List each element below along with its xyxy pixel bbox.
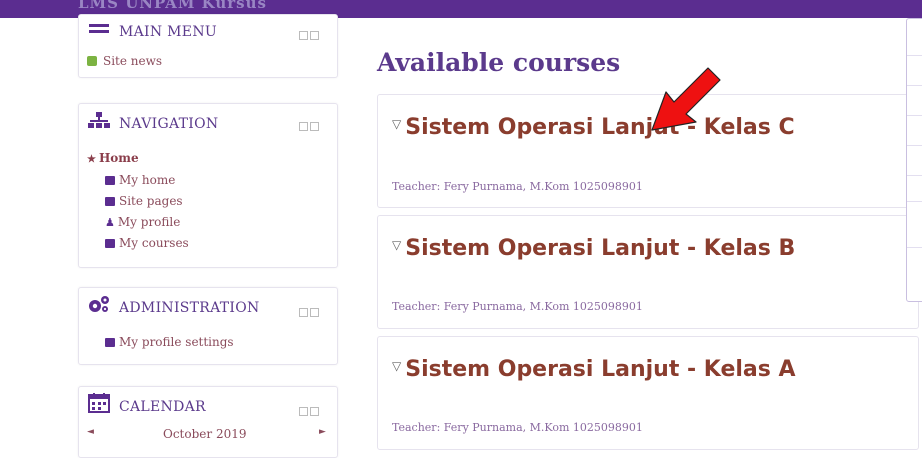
lightbulb-icon: ▽ [392,238,402,252]
course-teacher[interactable]: Teacher: Fery Purnama, M.Kom 1025098901 [392,300,643,313]
lightbulb-icon: ▽ [392,359,402,373]
nav-item-label: Site pages [119,194,183,208]
calendar-header[interactable]: CALENDAR [79,387,337,417]
sitemap-icon [88,112,110,128]
course-teacher[interactable]: Teacher: Fery Purnama, M.Kom 1025098901 [392,180,643,193]
site-brand[interactable]: LMS UNPAM Kursus [78,0,267,12]
calendar-next-button[interactable]: ► [319,427,326,437]
nav-item-my-home[interactable]: My home [87,170,337,191]
nav-item-label: My courses [119,236,189,250]
dock-block-button[interactable] [299,302,321,317]
course-name: Sistem Operasi Lanjut - Kelas A [405,357,796,382]
user-icon: ♟ [105,216,115,229]
main-menu-block: MAIN MENU Site news [78,14,338,78]
course-card: ▽ Sistem Operasi Lanjut - Kelas A Teacher… [377,336,919,450]
calendar-month-nav: ◄ October 2019 ► [79,425,337,443]
nav-item-label: Home [98,151,139,165]
calendar-month-label[interactable]: October 2019 [163,427,246,441]
administration-header[interactable]: ADMINISTRATION [79,288,337,318]
navigation-block: NAVIGATION ★ Home My home Site pages ♟ My … [78,103,338,268]
main-menu-header[interactable]: MAIN MENU [79,15,337,45]
nav-item-site-pages[interactable]: Site pages [87,191,337,212]
main-menu-title: MAIN MENU [119,24,217,40]
nav-item-label: My profile [117,215,181,229]
menu-item-label: Site news [103,54,163,68]
navigation-header[interactable]: NAVIGATION [79,104,337,134]
folder-icon [105,239,115,248]
nav-item-home[interactable]: ★ Home [87,148,337,170]
hamburger-icon [89,24,109,33]
folder-icon [105,197,115,206]
calendar-title: CALENDAR [119,399,206,415]
dock-block-button[interactable] [299,401,321,416]
dock-block-button[interactable] [299,25,321,40]
dock-block-button[interactable] [299,116,321,131]
course-name: Sistem Operasi Lanjut - Kelas B [405,236,796,261]
calendar-prev-button[interactable]: ◄ [87,427,94,437]
folder-icon [105,338,115,347]
leaf-icon [87,56,97,66]
nav-item-label: My home [119,173,176,187]
course-card: ▽ Sistem Operasi Lanjut - Kelas C Teacher… [377,94,919,208]
administration-block: ADMINISTRATION My profile settings [78,287,338,365]
course-teacher[interactable]: Teacher: Fery Purnama, M.Kom 1025098901 [392,421,643,434]
administration-title: ADMINISTRATION [119,300,260,316]
right-dropdown-panel [906,18,922,302]
navigation-title: NAVIGATION [119,116,219,132]
home-icon: ★ [87,154,96,165]
gears-icon [89,296,109,312]
red-arrow-annotation [651,67,721,131]
nav-item-my-courses[interactable]: My courses [87,233,337,254]
course-link[interactable]: ▽ Sistem Operasi Lanjut - Kelas A [392,357,796,382]
page-icon [105,176,115,185]
calendar-icon [88,393,110,413]
admin-item-my-profile-settings[interactable]: My profile settings [87,332,337,353]
calendar-block: CALENDAR ◄ October 2019 ► [78,386,338,458]
lightbulb-icon: ▽ [392,117,402,131]
page-title: Available courses [377,48,621,77]
admin-item-label: My profile settings [119,335,234,349]
course-link[interactable]: ▽ Sistem Operasi Lanjut - Kelas B [392,236,795,261]
nav-item-my-profile[interactable]: ♟ My profile [87,212,337,233]
course-card: ▽ Sistem Operasi Lanjut - Kelas B Teacher… [377,215,919,329]
menu-item-site-news[interactable]: Site news [87,51,337,72]
